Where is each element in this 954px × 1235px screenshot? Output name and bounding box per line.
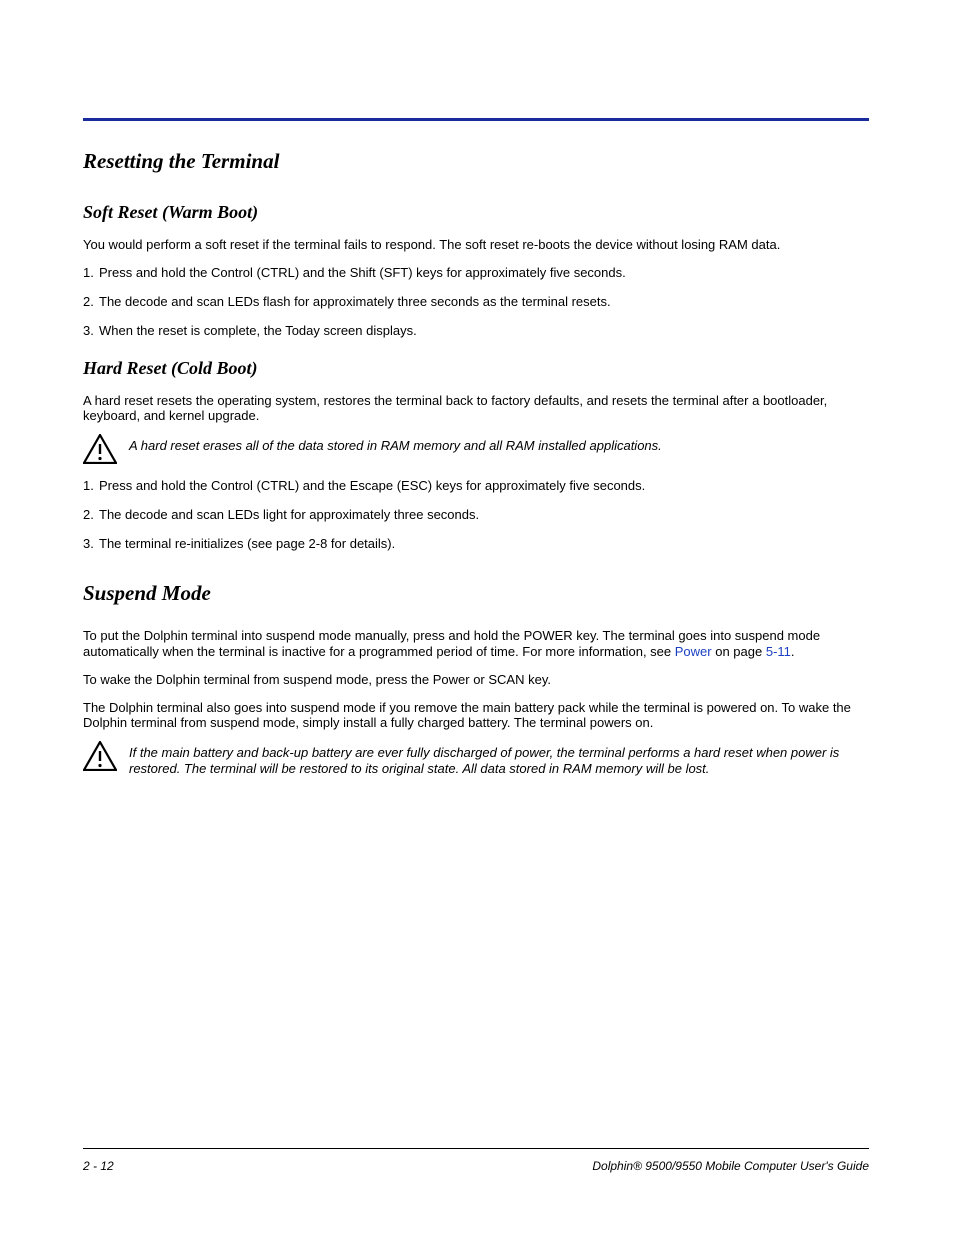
text-span: . xyxy=(791,644,795,659)
list-item: The terminal re-initializes (see page 2-… xyxy=(83,536,869,553)
page-footer: 2 - 12 Dolphin® 9500/9550 Mobile Compute… xyxy=(83,1148,869,1173)
link-power[interactable]: Power xyxy=(675,644,712,659)
suspend-warning: If the main battery and back-up battery … xyxy=(83,743,869,778)
list-item: The decode and scan LEDs light for appro… xyxy=(83,507,869,524)
text-span: on page xyxy=(712,644,766,659)
warning-text: If the main battery and back-up battery … xyxy=(129,743,869,778)
heading-resetting: Resetting the Terminal xyxy=(83,149,869,174)
list-item: When the reset is complete, the Today sc… xyxy=(83,323,869,340)
list-item: The decode and scan LEDs flash for appro… xyxy=(83,294,869,311)
footer-page-number: 2 - 12 xyxy=(83,1159,114,1173)
warning-icon xyxy=(83,434,117,464)
heading-hard-reset: Hard Reset (Cold Boot) xyxy=(83,358,869,379)
suspend-p3: The Dolphin terminal also goes into susp… xyxy=(83,700,869,732)
link-page-5-11[interactable]: 5-11 xyxy=(766,644,791,659)
list-item: Press and hold the Control (CTRL) and th… xyxy=(83,478,869,495)
heading-soft-reset: Soft Reset (Warm Boot) xyxy=(83,202,869,223)
soft-reset-steps: Press and hold the Control (CTRL) and th… xyxy=(83,265,869,340)
document-page: Resetting the Terminal Soft Reset (Warm … xyxy=(0,0,954,1235)
footer-guide-title: Dolphin® 9500/9550 Mobile Computer User'… xyxy=(592,1159,869,1173)
warning-icon xyxy=(83,741,117,771)
list-item: Press and hold the Control (CTRL) and th… xyxy=(83,265,869,282)
suspend-p1: To put the Dolphin terminal into suspend… xyxy=(83,628,869,660)
hard-reset-intro: A hard reset resets the operating system… xyxy=(83,393,869,425)
top-rule xyxy=(83,118,869,121)
hard-reset-steps: Press and hold the Control (CTRL) and th… xyxy=(83,478,869,553)
warning-text: A hard reset erases all of the data stor… xyxy=(129,436,662,454)
heading-suspend: Suspend Mode xyxy=(83,581,869,606)
hard-reset-warning: A hard reset erases all of the data stor… xyxy=(83,436,869,464)
suspend-p2: To wake the Dolphin terminal from suspen… xyxy=(83,672,869,688)
soft-reset-intro: You would perform a soft reset if the te… xyxy=(83,237,869,253)
